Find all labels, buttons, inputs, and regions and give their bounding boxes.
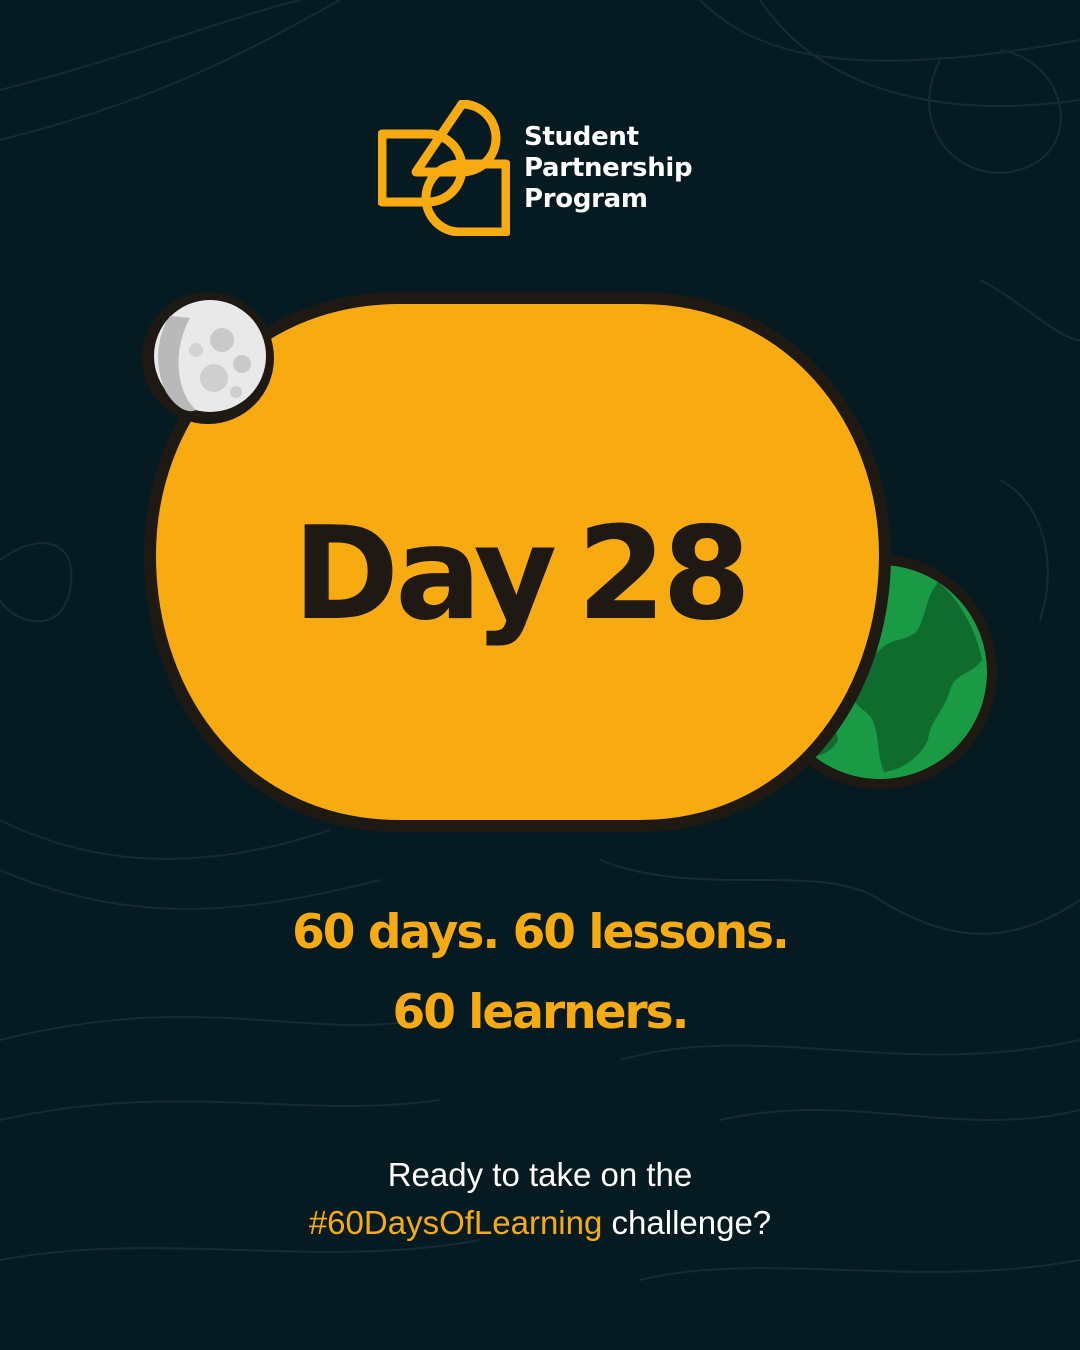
cta-line-1: Ready to take on the — [387, 1156, 693, 1193]
cta-tail: challenge? — [602, 1204, 772, 1241]
cta-line-2: #60DaysOfLearning challenge? — [0, 1204, 1080, 1242]
moon-icon — [142, 292, 274, 424]
day-word: Day — [292, 500, 557, 649]
challenge-hashtag: #60DaysOfLearning — [308, 1204, 603, 1241]
day-counter: Day 28 — [150, 500, 890, 650]
tagline-line-2: 60 learners. — [392, 985, 690, 1040]
tagline-line-1: 60 days. 60 lessons. — [292, 905, 790, 960]
day-number: 28 — [577, 500, 751, 649]
hero-illustration — [142, 292, 997, 832]
